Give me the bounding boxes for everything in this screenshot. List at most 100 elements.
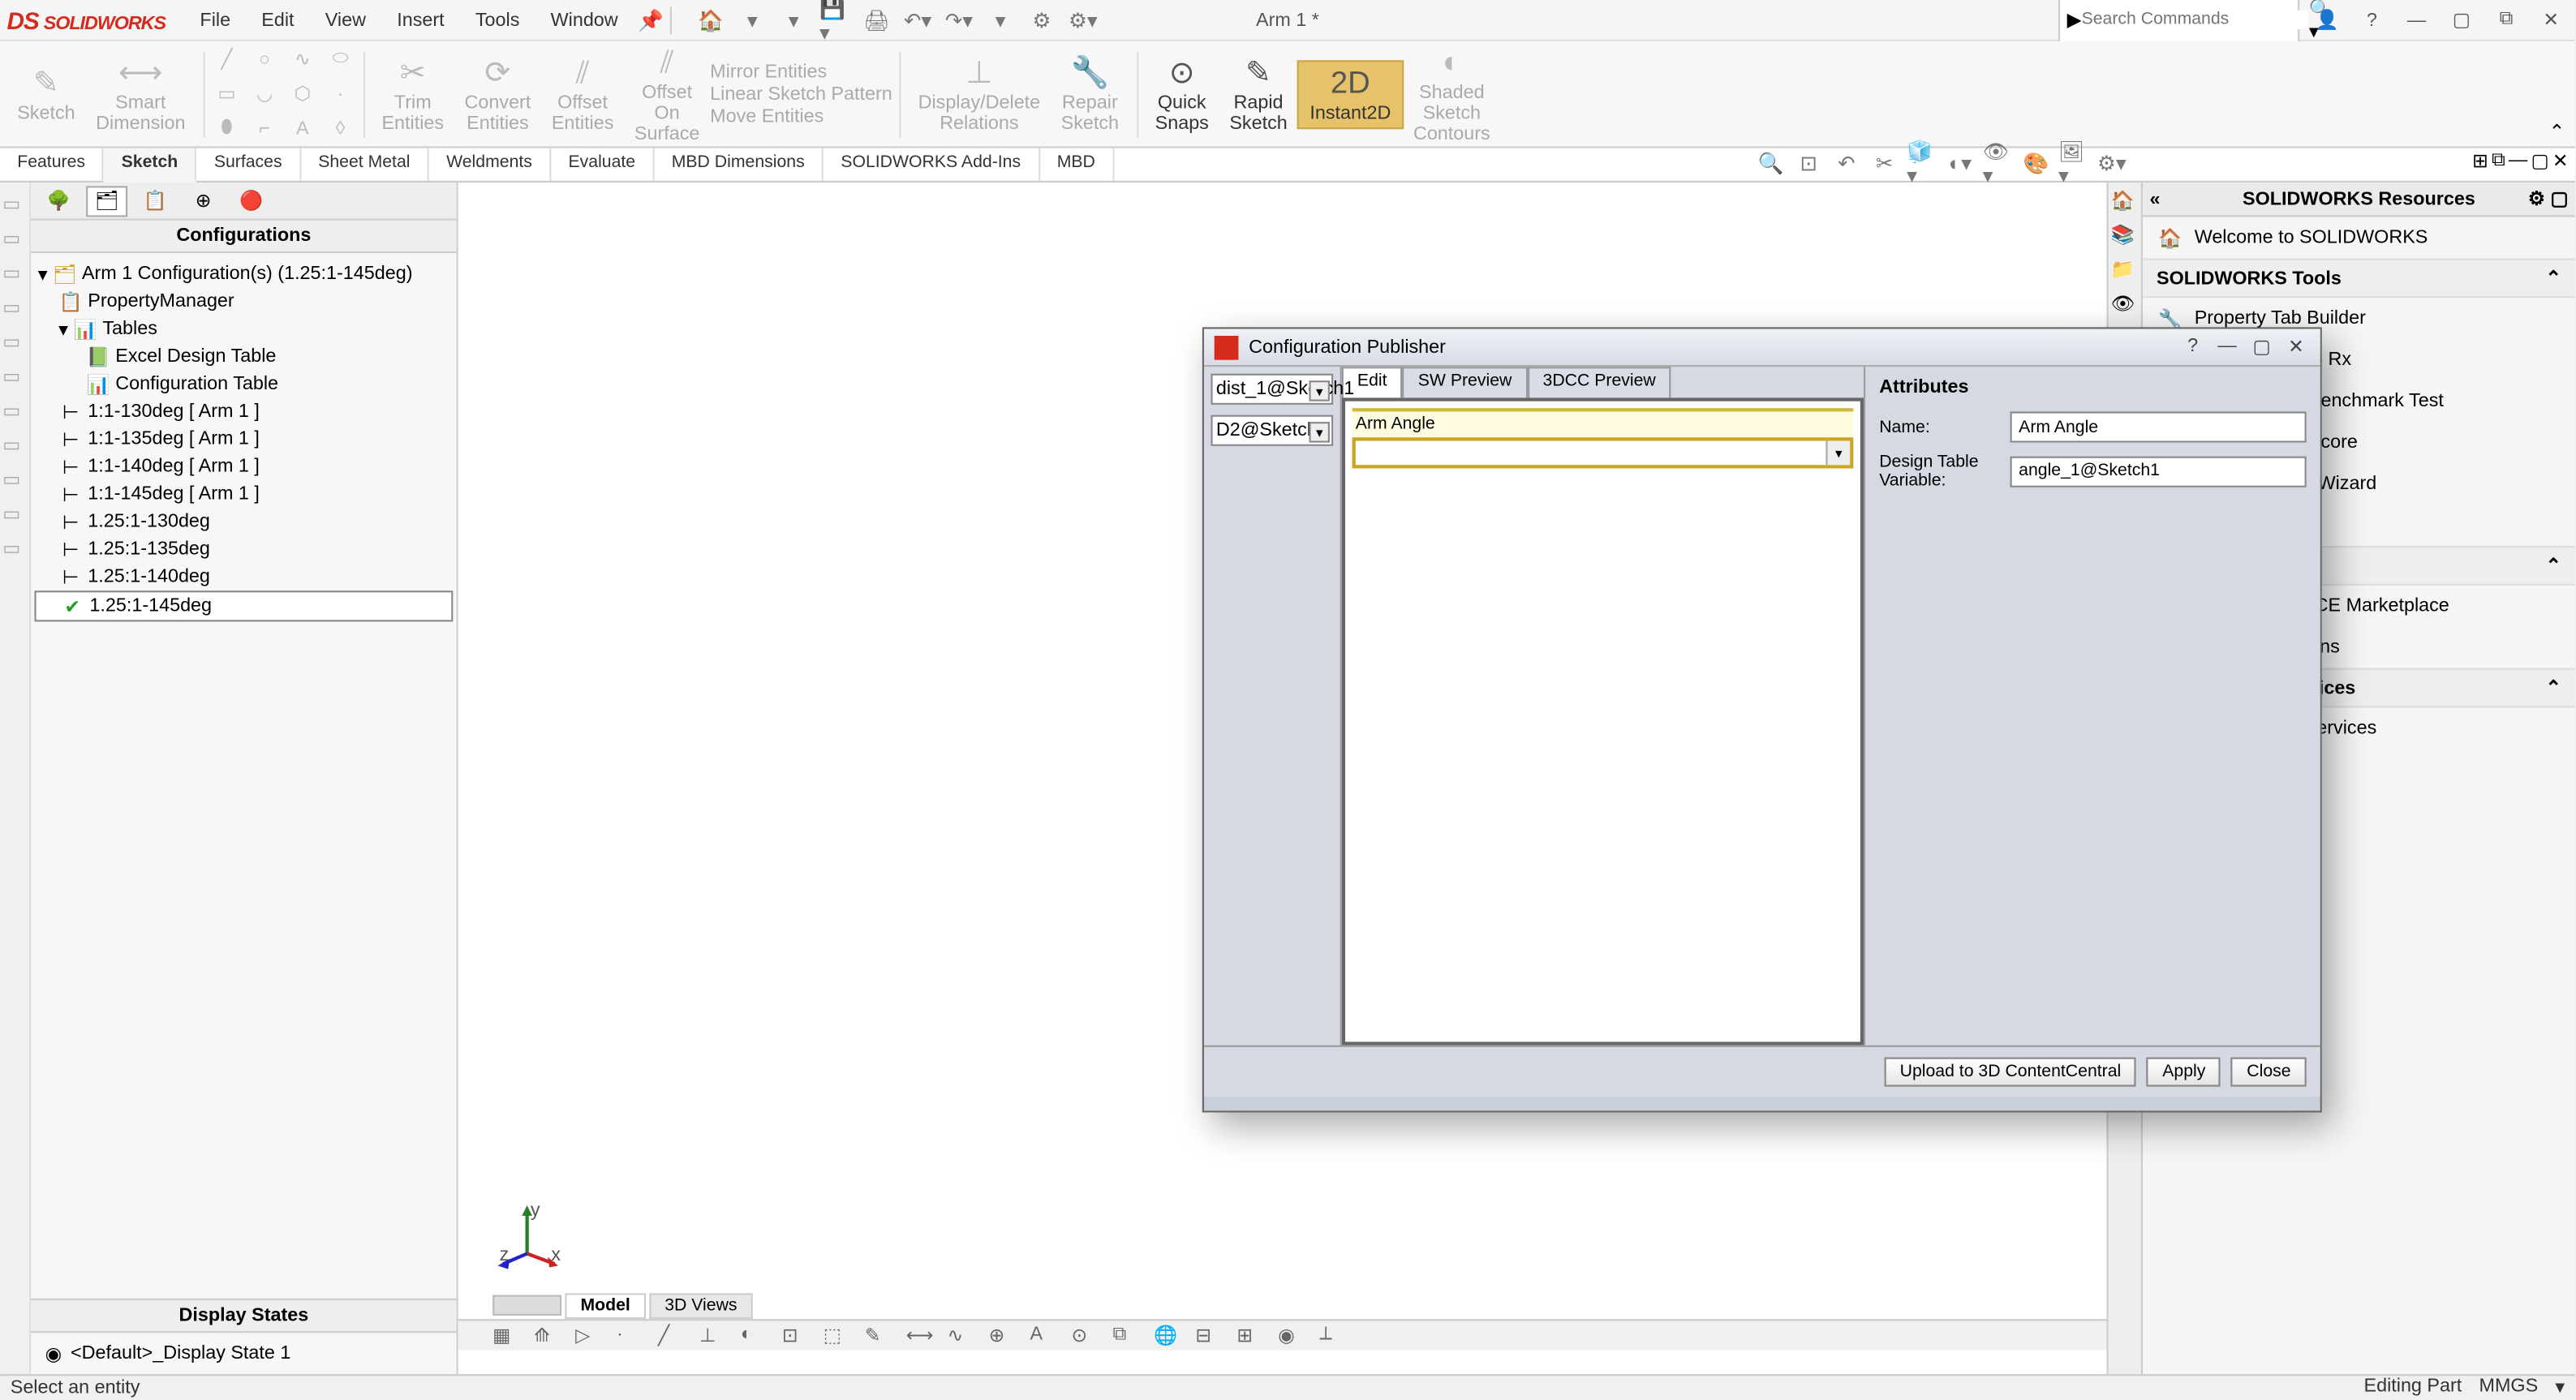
pin-icon[interactable]: 📌 bbox=[635, 4, 666, 35]
welcome-link[interactable]: 🏠Welcome to SOLIDWORKS bbox=[2143, 217, 2575, 258]
config-item[interactable]: ⊢1:1-140deg [ Arm 1 ] bbox=[34, 453, 453, 480]
zoom-area-icon[interactable]: ⊡ bbox=[1793, 150, 1824, 178]
bt-icon[interactable]: ◐ bbox=[741, 1324, 768, 1348]
fm-tab-tree[interactable]: 🌳 bbox=[38, 185, 80, 216]
config-root[interactable]: ▾🗂Arm 1 Configuration(s) (1.25:1-145deg) bbox=[34, 260, 453, 288]
rail-library-icon[interactable]: 📚 bbox=[2111, 224, 2139, 251]
ribbon-collapse-icon[interactable]: ⌃ bbox=[2549, 121, 2565, 144]
convert-button[interactable]: ⟳Convert Entities bbox=[454, 51, 541, 137]
bt-icon[interactable]: ⊡ bbox=[782, 1324, 810, 1348]
menu-window[interactable]: Window bbox=[537, 4, 632, 35]
open-icon[interactable]: ▾ bbox=[778, 4, 809, 35]
graphics-viewport[interactable]: yxz Model 3D Views ▦ ⟰ ▷ · ╱ ⊥ ◐ ⊡ ⬚ ✎ ⟷… bbox=[458, 183, 2107, 1374]
arc-icon[interactable]: ◡ bbox=[249, 79, 280, 110]
menu-edit[interactable]: Edit bbox=[247, 4, 307, 35]
design-table-variable-select[interactable]: angle_1@Sketch1 bbox=[2010, 457, 2307, 487]
menu-file[interactable]: File bbox=[186, 4, 244, 35]
rail-icon[interactable]: ▭ bbox=[2, 537, 27, 561]
rail-icon[interactable]: ▭ bbox=[2, 400, 27, 424]
sketch-button[interactable]: ✎Sketch bbox=[6, 61, 85, 127]
fm-tab-display[interactable]: ⊕ bbox=[183, 185, 224, 216]
bt-icon[interactable]: ✎ bbox=[865, 1324, 892, 1348]
bt-icon[interactable]: A bbox=[1030, 1324, 1058, 1348]
bt-icon[interactable]: ⟰ bbox=[534, 1324, 561, 1348]
dialog-titlebar[interactable]: Configuration Publisher ? — ▢ ✕ bbox=[1204, 329, 2320, 367]
rail-icon[interactable]: ▭ bbox=[2, 193, 27, 217]
instant2d-button[interactable]: 2DInstant2D bbox=[1298, 59, 1404, 128]
bt-icon[interactable]: 🌐 bbox=[1154, 1324, 1181, 1348]
minimize-icon[interactable]: — bbox=[2399, 4, 2433, 35]
bt-icon[interactable]: ⊟ bbox=[1195, 1324, 1223, 1348]
close-icon[interactable]: ✕ bbox=[2534, 4, 2568, 35]
rail-icon[interactable]: ▭ bbox=[2, 365, 27, 389]
bt-icon[interactable]: ▦ bbox=[492, 1324, 520, 1348]
config-item[interactable]: ⊢1:1-135deg [ Arm 1 ] bbox=[34, 425, 453, 453]
section-view-icon[interactable]: ✂ bbox=[1869, 150, 1899, 178]
bt-icon[interactable]: · bbox=[617, 1324, 644, 1348]
status-units[interactable]: MMGS bbox=[2479, 1376, 2538, 1398]
point-icon[interactable]: · bbox=[325, 79, 355, 110]
redo-icon[interactable]: ↷▾ bbox=[944, 4, 974, 35]
upload-button[interactable]: Upload to 3D ContentCentral bbox=[1885, 1058, 2137, 1087]
rail-icon[interactable]: ▭ bbox=[2, 331, 27, 355]
tab-evaluate[interactable]: Evaluate bbox=[551, 148, 654, 181]
config-item[interactable]: ⊢1.25:1-130deg bbox=[34, 508, 453, 535]
collapse-icon[interactable]: « bbox=[2150, 188, 2161, 208]
dialog-minimize-icon[interactable]: — bbox=[2213, 336, 2241, 359]
view-orient-icon[interactable]: 🧊▾ bbox=[1907, 150, 1937, 178]
bt-icon[interactable]: ◉ bbox=[1278, 1324, 1305, 1348]
help-icon[interactable]: ? bbox=[2355, 4, 2389, 35]
select-icon[interactable]: ▾ bbox=[985, 4, 1016, 35]
tab-addins[interactable]: SOLIDWORKS Add-Ins bbox=[824, 148, 1039, 181]
quick-snaps-button[interactable]: ⊙Quick Snaps bbox=[1145, 51, 1219, 137]
tab-model[interactable]: Model bbox=[565, 1292, 646, 1318]
save-icon[interactable]: 💾▾ bbox=[819, 4, 850, 35]
bt-icon[interactable]: ⟂ bbox=[1319, 1324, 1347, 1348]
new-icon[interactable]: ▾ bbox=[737, 4, 768, 35]
spline-icon[interactable]: ∿ bbox=[287, 44, 318, 75]
restore-icon[interactable]: ▢ bbox=[2445, 4, 2479, 35]
mirror-entities-button[interactable]: Mirror Entities bbox=[710, 61, 892, 81]
dropdown-icon[interactable]: ▾ bbox=[1309, 422, 1329, 442]
apply-button[interactable]: Apply bbox=[2147, 1058, 2221, 1087]
excel-design-table[interactable]: 📗Excel Design Table bbox=[34, 342, 453, 370]
apply-scene-icon[interactable]: 🖼▾ bbox=[2058, 150, 2089, 178]
rail-icon[interactable]: ▭ bbox=[2, 503, 27, 527]
close-button[interactable]: Close bbox=[2231, 1058, 2307, 1087]
dialog-tab-3dccpreview[interactable]: 3DCC Preview bbox=[1527, 367, 1671, 397]
bt-icon[interactable]: ▷ bbox=[575, 1324, 603, 1348]
fm-tab-appearance[interactable]: 🔴 bbox=[230, 185, 272, 216]
bt-icon[interactable]: ⬚ bbox=[824, 1324, 851, 1348]
tab-mbd[interactable]: MBD bbox=[1039, 148, 1114, 181]
tab-weldments[interactable]: Weldments bbox=[429, 148, 551, 181]
display-style-icon[interactable]: ◐▾ bbox=[1945, 150, 1976, 178]
name-input[interactable] bbox=[2010, 411, 2307, 442]
tab-mbd-dimensions[interactable]: MBD Dimensions bbox=[654, 148, 824, 181]
bt-icon[interactable]: ⧉ bbox=[1112, 1324, 1140, 1348]
bt-icon[interactable]: ∿ bbox=[948, 1324, 975, 1348]
trim-button[interactable]: ✂Trim Entities bbox=[372, 51, 454, 137]
tab-sheetmetal[interactable]: Sheet Metal bbox=[301, 148, 429, 181]
display-relations-button[interactable]: ⊥Display/Delete Relations bbox=[908, 51, 1051, 137]
print-icon[interactable]: 🖨 bbox=[861, 4, 892, 35]
viewport-min-icon[interactable]: — bbox=[2509, 150, 2527, 173]
rail-icon[interactable]: ▭ bbox=[2, 468, 27, 492]
move-entities-button[interactable]: Move Entities bbox=[710, 106, 892, 127]
ellipse-icon[interactable]: ⬭ bbox=[325, 44, 355, 75]
prev-view-icon[interactable]: ↶ bbox=[1831, 150, 1862, 178]
chevron-down-icon[interactable]: ▾ bbox=[1826, 440, 1850, 465]
rapid-sketch-button[interactable]: ✎Rapid Sketch bbox=[1219, 51, 1298, 137]
viewport-link-icon[interactable]: ⧉ bbox=[2492, 150, 2505, 173]
rail-icon[interactable]: ▭ bbox=[2, 296, 27, 320]
circle-icon[interactable]: ○ bbox=[249, 44, 280, 75]
viewport-new-icon[interactable]: ⊞ bbox=[2472, 150, 2488, 173]
view-settings-icon[interactable]: ⚙▾ bbox=[2096, 150, 2127, 178]
text-icon[interactable]: A bbox=[287, 113, 318, 144]
viewport-max-icon[interactable]: ▢ bbox=[2531, 150, 2548, 173]
shaded-contours-button[interactable]: ◐Shaded Sketch Contours bbox=[1403, 41, 1500, 148]
linear-pattern-button[interactable]: Linear Sketch Pattern bbox=[710, 84, 892, 104]
tables-node[interactable]: ▾📊Tables bbox=[34, 316, 453, 343]
rail-icon[interactable]: ▭ bbox=[2, 262, 27, 286]
config-item[interactable]: ⊢1:1-145deg [ Arm 1 ] bbox=[34, 480, 453, 508]
tab-3dviews[interactable]: 3D Views bbox=[649, 1292, 753, 1318]
